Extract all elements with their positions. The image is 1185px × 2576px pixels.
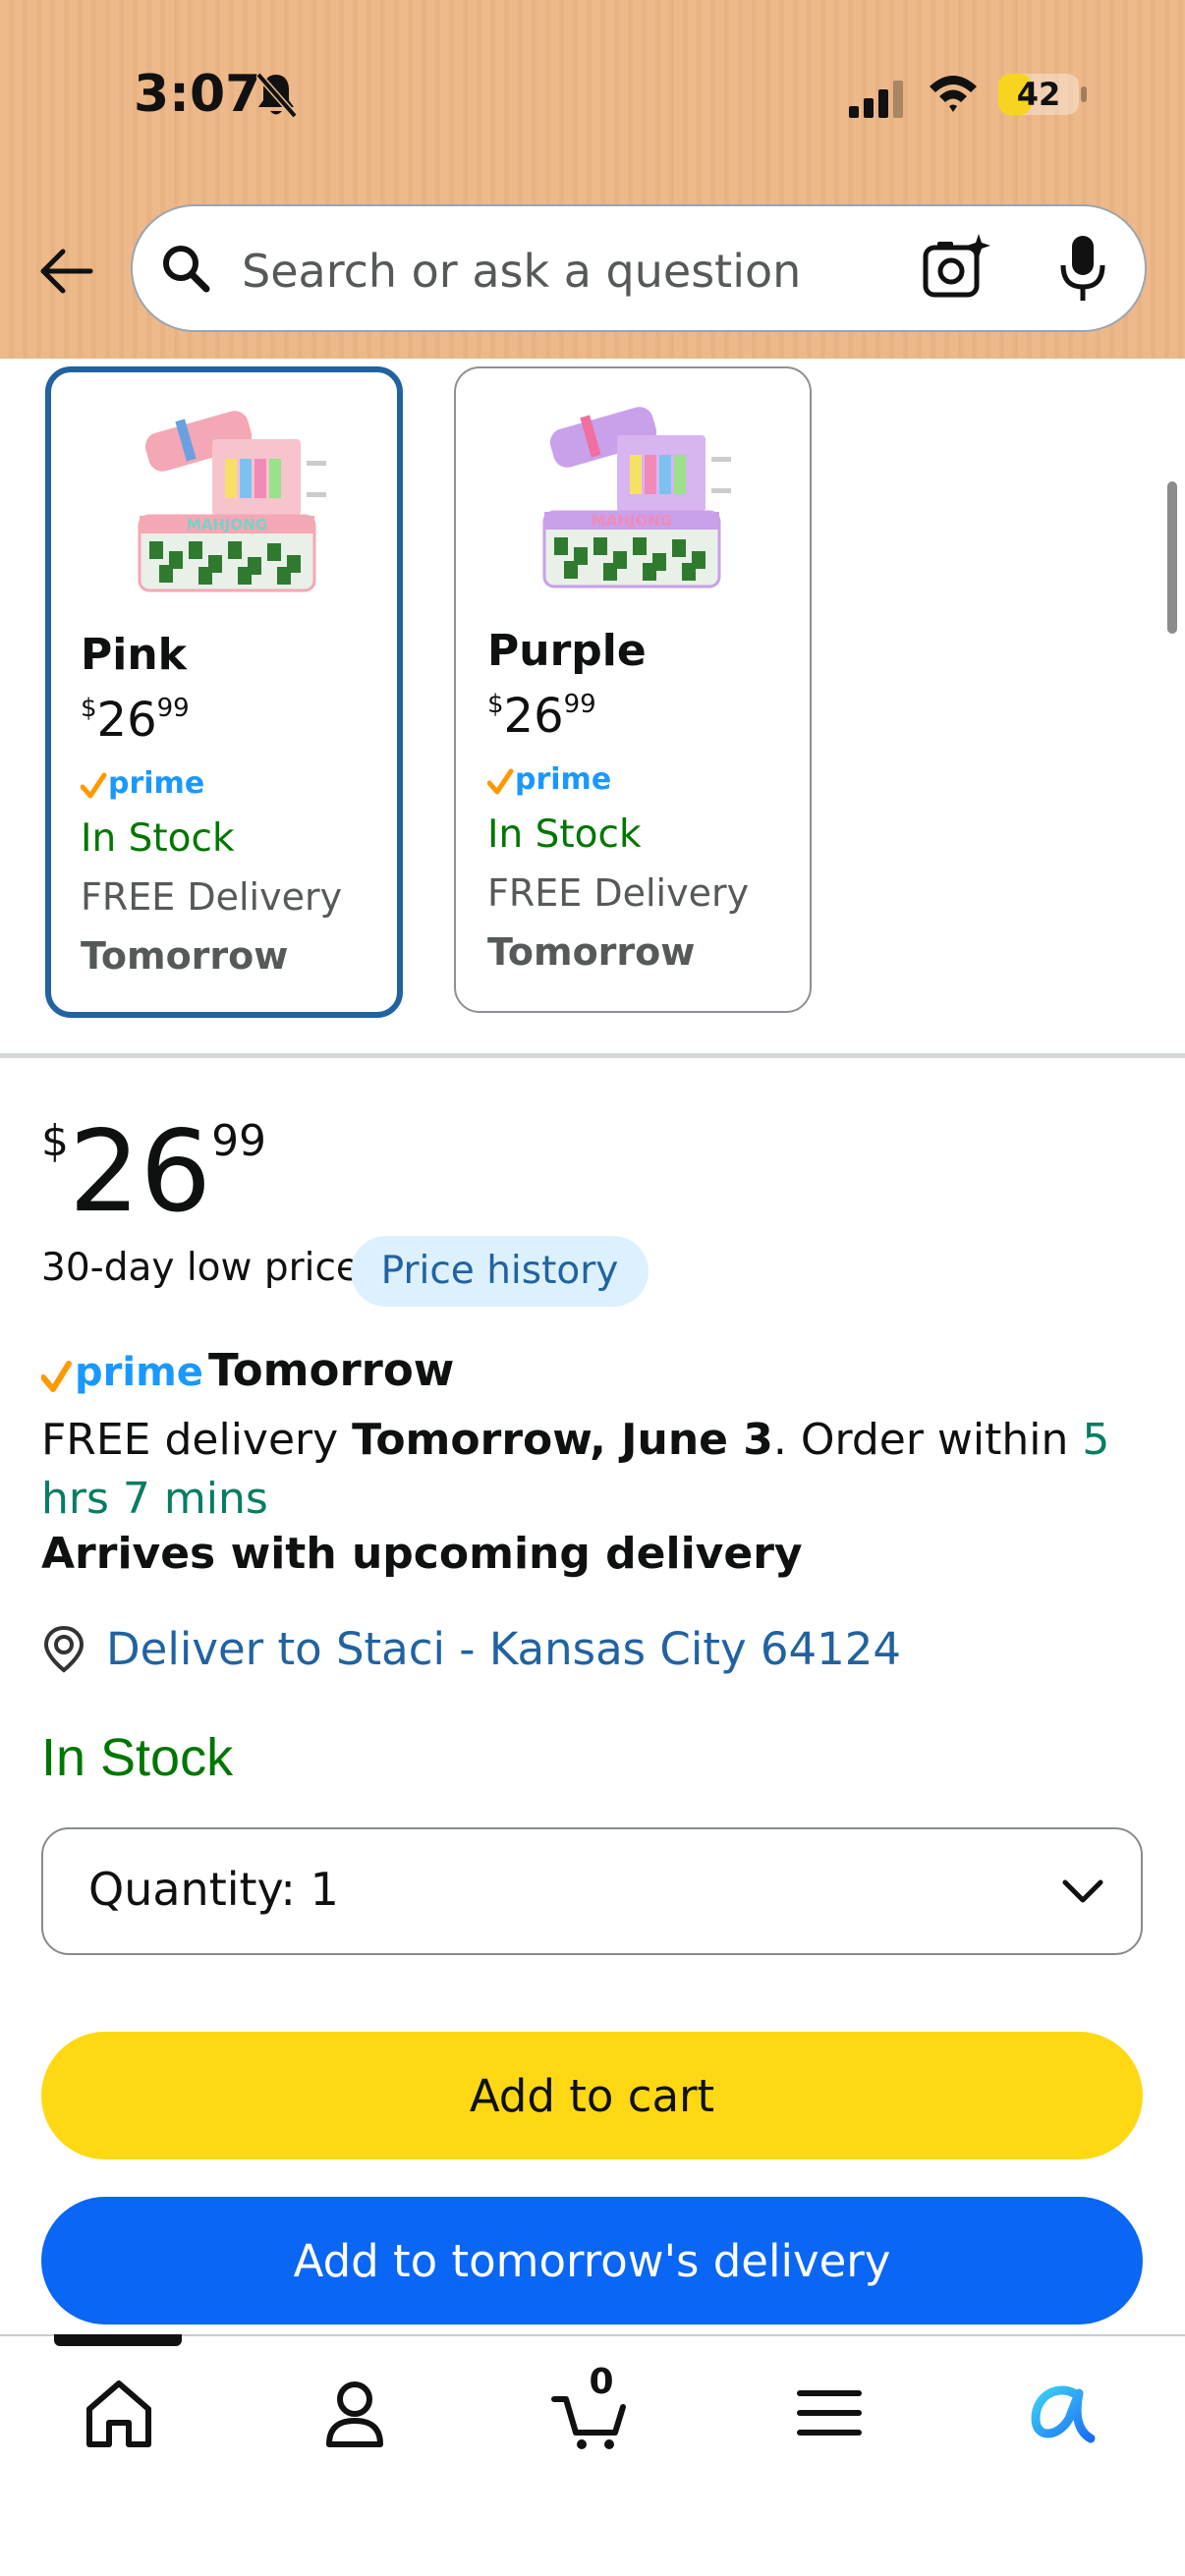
product-image-purple: MAHJONG — [542, 407, 731, 588]
microphone-icon[interactable] — [1053, 232, 1112, 305]
variant-card-purple[interactable]: MAHJONG Purple $2699 prime In Stock FREE… — [454, 366, 812, 1013]
svg-text:prime: prime — [515, 762, 611, 797]
variant-name: Pink — [81, 630, 187, 680]
variant-delivery: FREE Delivery — [81, 875, 343, 919]
back-arrow-icon[interactable] — [33, 240, 96, 303]
search-input[interactable] — [242, 232, 871, 310]
camera-search-icon[interactable] — [920, 232, 990, 303]
pouch-label: MAHJONG — [187, 516, 267, 533]
prime-badge-icon: prime — [81, 766, 204, 801]
add-to-cart-button[interactable]: Add to cart — [41, 2032, 1143, 2159]
nav-active-indicator — [54, 2334, 182, 2346]
main-price: $2699 — [41, 1106, 267, 1237]
add-to-tomorrow-delivery-button[interactable]: Add to tomorrow's delivery — [41, 2197, 1143, 2324]
low-price-label: 30-day low price — [41, 1246, 360, 1290]
battery-cap — [1081, 86, 1087, 102]
bell-muted-icon — [255, 72, 298, 119]
arrives-note: Arrives with upcoming delivery — [41, 1529, 803, 1579]
variant-name: Purple — [487, 626, 647, 676]
prime-badge-icon: prime — [487, 762, 611, 797]
home-icon[interactable] — [80, 2374, 158, 2452]
variant-delivery-day: Tomorrow — [81, 934, 289, 978]
battery-level: 42 — [1016, 76, 1061, 113]
variant-stock: In Stock — [81, 816, 235, 861]
rufus-assistant-icon[interactable] — [1022, 2374, 1100, 2452]
cart-count-badge: 0 — [589, 2362, 614, 2402]
variant-delivery: FREE Delivery — [487, 871, 750, 915]
section-divider — [0, 1053, 1185, 1058]
wifi-icon — [930, 76, 977, 112]
product-image-pink: MAHJONG — [138, 411, 326, 592]
deliver-to-link[interactable]: Deliver to Staci - Kansas City 64124 — [106, 1623, 901, 1675]
header: 3:07 42 — [0, 0, 1185, 359]
variant-stock: In Stock — [487, 812, 642, 857]
pouch-label: MAHJONG — [592, 512, 672, 530]
stock-status: In Stock — [41, 1728, 234, 1787]
scroll-indicator[interactable] — [1167, 481, 1177, 634]
prime-logo-icon: prime — [41, 1350, 202, 1395]
account-icon[interactable] — [315, 2374, 394, 2452]
menu-icon[interactable] — [790, 2374, 869, 2452]
prime-delivery-day: Tomorrow — [208, 1344, 455, 1396]
location-pin-icon — [43, 1625, 85, 1673]
svg-text:prime: prime — [75, 1350, 202, 1395]
price-history-button[interactable]: Price history — [351, 1236, 649, 1307]
variant-price: $2699 — [81, 693, 190, 748]
variant-delivery-day: Tomorrow — [487, 930, 696, 974]
battery-indicator: 42 — [998, 74, 1079, 115]
delivery-details: FREE delivery Tomorrow, June 3. Order wi… — [41, 1415, 1110, 1524]
product-page: 3:07 42 Search or ask a question MAHJONG… — [0, 0, 1185, 2576]
status-time: 3:07 — [134, 65, 261, 124]
chevron-down-icon — [1062, 1879, 1103, 1903]
variant-card-pink[interactable]: MAHJONG Pink $2699 prime In Stock FREE D… — [45, 366, 403, 1018]
svg-text:prime: prime — [108, 766, 204, 801]
search-icon — [163, 246, 210, 293]
signal-icon — [849, 81, 903, 118]
variant-price: $2699 — [487, 689, 596, 744]
quantity-value: 1 — [310, 1863, 339, 1916]
quantity-label: Quantity: 1 — [88, 1863, 339, 1916]
